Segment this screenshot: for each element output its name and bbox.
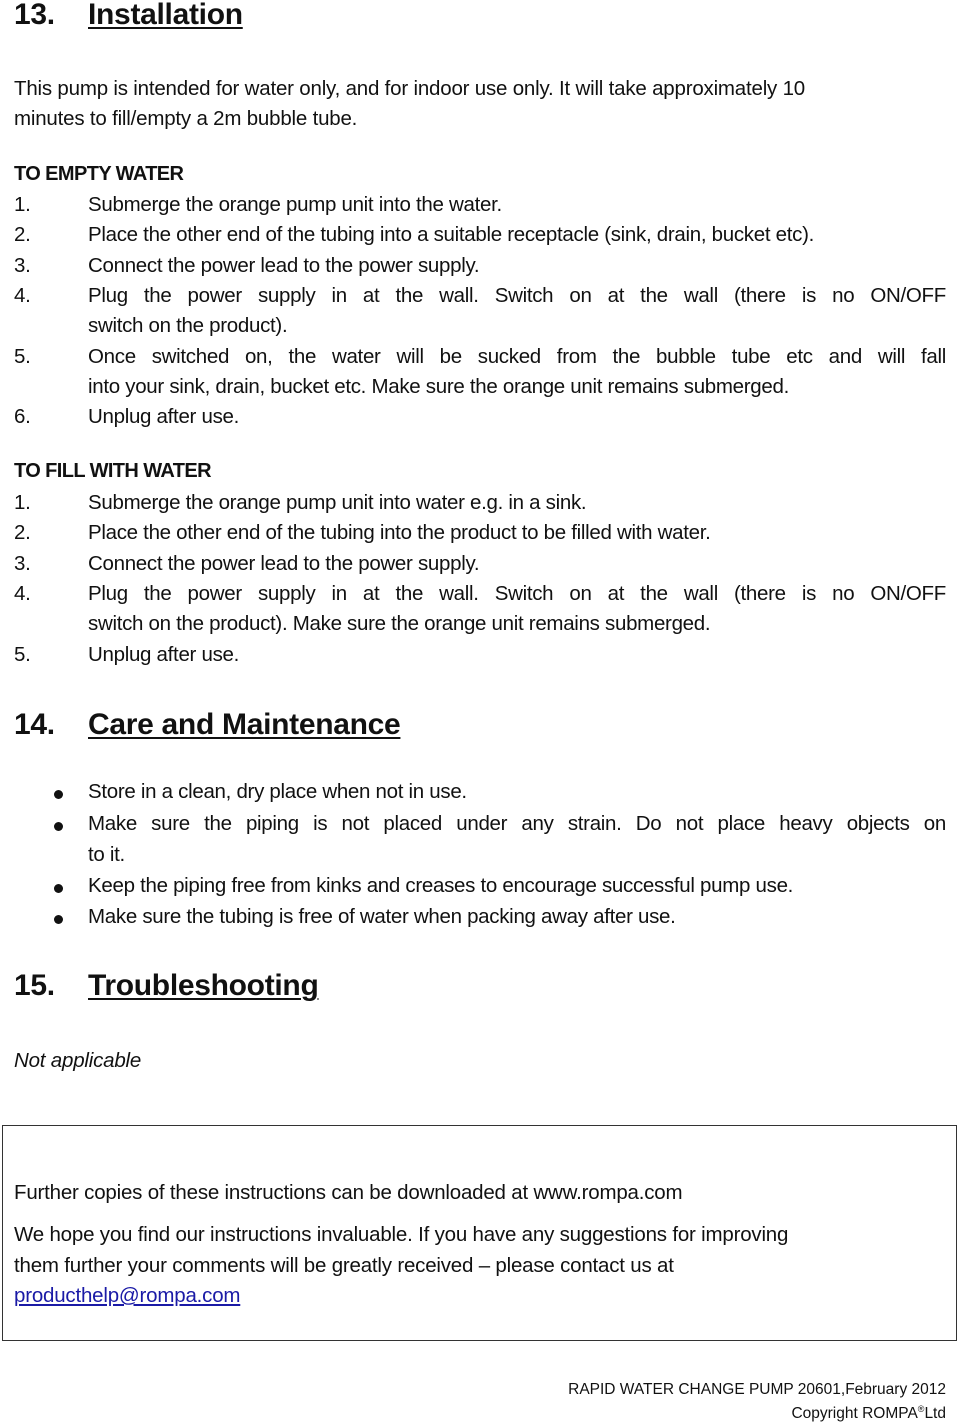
list-item-text: switch on the product). xyxy=(88,314,288,338)
intro-line-1: This pump is intended for water only, an… xyxy=(14,77,805,100)
section-number: 13. xyxy=(14,0,55,31)
list-item-number: 3. xyxy=(14,551,31,575)
list-item-number: 3. xyxy=(14,253,31,277)
list-item-number: 4. xyxy=(14,283,31,307)
notice-feedback-line-2: them further your comments will be great… xyxy=(14,1254,674,1277)
intro-line-2: minutes to fill/empty a 2m bubble tube. xyxy=(14,107,358,130)
section-title: Troubleshooting xyxy=(88,969,319,1002)
list-item-number: 5. xyxy=(14,344,31,368)
notice-download-text: Further copies of these instructions can… xyxy=(14,1181,683,1204)
list-item-text: Make sure the piping is not placed under… xyxy=(88,812,946,835)
list-item-text: Make sure the tubing is free of water wh… xyxy=(88,905,676,928)
notice-feedback-line-1: We hope you find our instructions invalu… xyxy=(14,1223,789,1246)
bullet-icon xyxy=(54,915,63,924)
list-item: 3. Connect the power lead to the power su… xyxy=(14,552,954,582)
copyright-prefix: Copyright ROMPA xyxy=(791,1405,918,1423)
list-item-text: Submerge the orange pump unit into the w… xyxy=(88,193,502,216)
list-item: 4. Plug the power supply in at the wall. … xyxy=(14,582,954,643)
list-item: 5. Once switched on, the water will be su… xyxy=(14,345,954,406)
list-item-text: Plug the power supply in at the wall. Sw… xyxy=(88,581,946,605)
list-item: Make sure the piping is not placed under… xyxy=(14,812,954,873)
section-title: Installation xyxy=(88,0,243,31)
copyright-suffix: Ltd xyxy=(924,1405,946,1423)
list-item-text: Plug the power supply in at the wall. Sw… xyxy=(88,283,946,307)
list-item-number: 2. xyxy=(14,521,31,545)
list-item-text: Connect the power lead to the power supp… xyxy=(88,253,480,277)
list-item-number: 2. xyxy=(14,223,31,247)
section-heading-care: 14. Care and Maintenance xyxy=(14,708,514,744)
section-heading-troubleshooting: 15. Troubleshooting xyxy=(14,969,514,1005)
list-item: 6. Unplug after use. xyxy=(14,405,954,435)
list-item-text: into your sink, drain, bucket etc. Make … xyxy=(88,374,790,398)
list-item-text: Submerge the orange pump unit into water… xyxy=(88,491,587,514)
list-item-text: Place the other end of the tubing into t… xyxy=(88,521,711,545)
footer-product-info: RAPID WATER CHANGE PUMP 20601,February 2… xyxy=(568,1381,946,1398)
subheading-fill-water: TO FILL WITH WATER xyxy=(14,460,212,482)
list-item: Keep the piping free from kinks and crea… xyxy=(14,874,954,905)
list-item: 1. Submerge the orange pump unit into the… xyxy=(14,193,954,223)
footer-copyright: Copyright ROMPA®Ltd xyxy=(791,1404,946,1423)
list-item-text: Once switched on, the water will be suck… xyxy=(88,344,946,368)
list-item: 1. Submerge the orange pump unit into wat… xyxy=(14,491,954,521)
bullet-icon xyxy=(54,790,63,799)
list-item: Make sure the tubing is free of water wh… xyxy=(14,905,954,936)
list-item: Store in a clean, dry place when not in … xyxy=(14,780,954,811)
contact-email-link[interactable]: producthelp@rompa.com xyxy=(14,1284,240,1308)
list-item-text: Place the other end of the tubing into a… xyxy=(88,223,815,247)
list-item: 2. Place the other end of the tubing into… xyxy=(14,223,954,253)
list-item-text: Keep the piping free from kinks and crea… xyxy=(88,874,794,897)
list-item-text: Unplug after use. xyxy=(88,642,240,666)
list-item-number: 5. xyxy=(14,642,31,666)
bullet-icon xyxy=(54,884,63,893)
list-item-text: switch on the product). Make sure the or… xyxy=(88,612,711,636)
bullet-icon xyxy=(54,822,63,831)
list-item-text: to it. xyxy=(88,842,125,866)
list-item: 3. Connect the power lead to the power su… xyxy=(14,254,954,284)
list-item-number: 1. xyxy=(14,193,31,216)
section-number: 14. xyxy=(14,708,55,741)
list-item-text: Connect the power lead to the power supp… xyxy=(88,551,480,575)
section-title: Care and Maintenance xyxy=(88,708,401,741)
section-heading-installation: 13. Installation xyxy=(14,0,414,34)
list-item-text: Unplug after use. xyxy=(88,405,240,429)
list-item-number: 4. xyxy=(14,581,31,605)
list-item-number: 6. xyxy=(14,405,31,429)
list-item: 5. Unplug after use. xyxy=(14,643,954,673)
list-item-number: 1. xyxy=(14,491,31,514)
list-item: 4. Plug the power supply in at the wall. … xyxy=(14,284,954,345)
list-item: 2. Place the other end of the tubing into… xyxy=(14,521,954,551)
subheading-empty-water: TO EMPTY WATER xyxy=(14,163,184,185)
list-item-text: Store in a clean, dry place when not in … xyxy=(88,780,467,803)
section-number: 15. xyxy=(14,969,55,1002)
troubleshooting-body: Not applicable xyxy=(14,1049,142,1072)
